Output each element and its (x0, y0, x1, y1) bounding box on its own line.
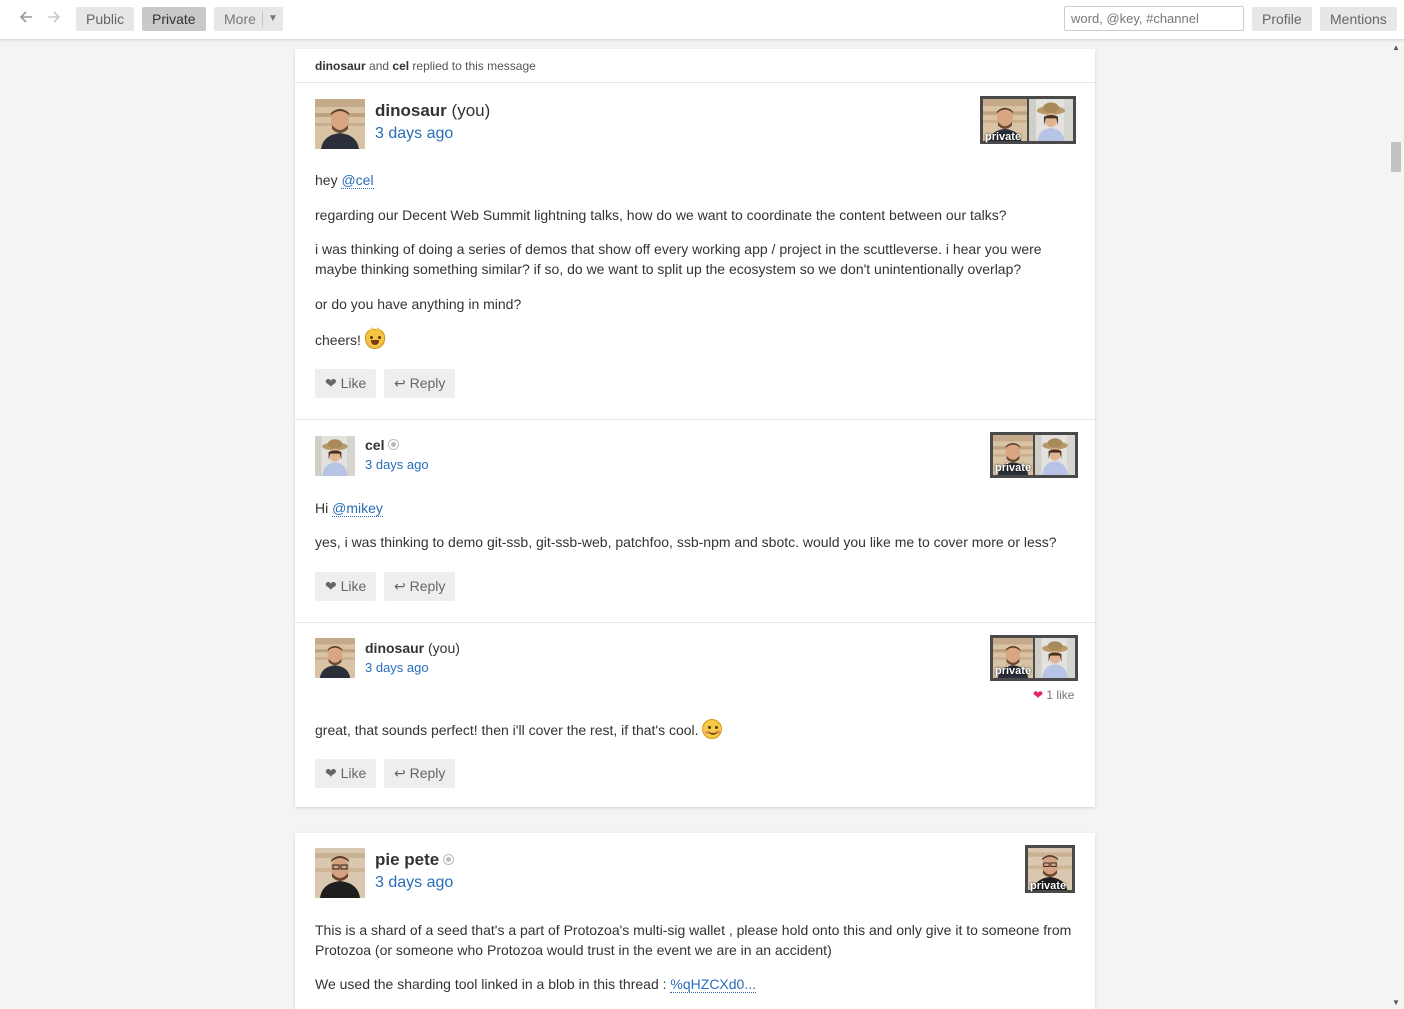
message-card: pie pete 3 days ago private This is a sh… (295, 833, 1095, 1009)
recipient-avatar (1035, 435, 1075, 475)
message-paragraph: or do you have anything in mind? (315, 296, 522, 312)
recipients-badge[interactable]: private (990, 432, 1078, 478)
message-paragraph: cheers! (315, 327, 1075, 350)
like-count[interactable]: ❤ 1 like (1033, 688, 1074, 702)
blob-prefix: We used the sharding tool linked in a bl… (315, 976, 671, 992)
avatar[interactable] (315, 638, 355, 678)
timestamp-link[interactable]: 3 days ago (365, 660, 429, 675)
private-label: private (1030, 880, 1067, 892)
blush-smile-icon (702, 719, 723, 739)
recipients-badge[interactable]: private (990, 635, 1078, 681)
author-label[interactable]: dinosaur (365, 640, 424, 656)
message-reply: cel 3 days ago private Hi @mikey yes, i … (295, 419, 1095, 622)
message-text: great, that sounds perfect! then i'll co… (315, 722, 699, 738)
message-paragraph: i was thinking of doing a series of demo… (315, 241, 1042, 277)
private-label: private (995, 665, 1032, 677)
more-divider (262, 11, 263, 27)
replier-name[interactable]: dinosaur (315, 59, 366, 73)
follow-status-icon (443, 854, 455, 865)
thread-card: dinosaur and cel replied to this message… (295, 49, 1095, 807)
scroll-thumb[interactable] (1391, 142, 1401, 172)
like-count-label: 1 like (1046, 688, 1075, 702)
timestamp-link[interactable]: 3 days ago (365, 457, 429, 472)
signoff: cheers! (315, 332, 361, 348)
replied-and: and (369, 59, 390, 73)
timestamp-link[interactable]: 3 days ago (375, 874, 453, 892)
replied-suffix: replied to this message (412, 59, 536, 73)
mentions-button[interactable]: Mentions (1320, 7, 1397, 31)
heart-icon: ❤ (1033, 688, 1044, 702)
greeting: hey (315, 172, 342, 188)
scroll-up-icon[interactable]: ▲ (1392, 43, 1400, 52)
mention-link[interactable]: @cel (341, 172, 374, 189)
author-label[interactable]: dinosaur (375, 101, 447, 120)
you-label: (you) (451, 101, 491, 120)
author-name[interactable]: pie pete (375, 850, 455, 870)
reply-button[interactable]: ↩ Reply (384, 759, 456, 788)
reply-button[interactable]: ↩ Reply (384, 369, 456, 398)
caret-down-icon[interactable]: ▼ (268, 7, 278, 31)
like-button[interactable]: ❤ Like (315, 572, 377, 601)
smiley-cat-icon (364, 327, 385, 349)
message-paragraph: hey @cel (315, 170, 1075, 190)
avatar[interactable] (315, 436, 355, 476)
mention-link[interactable]: @mikey (332, 500, 383, 517)
reply-button[interactable]: ↩ Reply (384, 572, 456, 601)
message-root: dinosaur (you) 3 days ago private hey @c… (295, 84, 1095, 419)
author-name[interactable]: cel (365, 437, 400, 453)
follow-status-icon (388, 439, 400, 450)
arrow-right-icon[interactable] (44, 9, 64, 29)
message-paragraph: regarding our Decent Web Summit lightnin… (315, 207, 1007, 223)
author-label[interactable]: cel (365, 437, 384, 453)
replied-summary: dinosaur and cel replied to this message (295, 49, 1095, 83)
scrollbar[interactable]: ▲ ▼ (1388, 40, 1404, 1009)
recipient-avatar (1029, 99, 1073, 141)
recipient-avatar (1035, 638, 1075, 678)
tab-public[interactable]: Public (76, 7, 135, 31)
avatar[interactable] (315, 848, 365, 898)
private-label: private (995, 462, 1032, 474)
more-dropdown[interactable]: More ▼ (214, 7, 283, 31)
message-paragraph: yes, i was thinking to demo git-ssb, git… (315, 534, 1057, 550)
message-paragraph: Hi @mikey (315, 498, 1075, 518)
timestamp-link[interactable]: 3 days ago (375, 125, 453, 143)
greeting: Hi (315, 500, 333, 516)
author-name[interactable]: dinosaur (you) (365, 640, 460, 656)
blob-link[interactable]: %qHZCXd0... (670, 976, 757, 993)
recipients-badge[interactable]: private (980, 96, 1076, 144)
recipients-badge[interactable]: private (1025, 845, 1075, 893)
you-label: (you) (428, 640, 460, 656)
like-button[interactable]: ❤ Like (315, 369, 377, 398)
message-paragraph: We used the sharding tool linked in a bl… (315, 974, 1075, 994)
arrow-left-icon[interactable] (16, 9, 36, 29)
profile-button[interactable]: Profile (1252, 7, 1312, 31)
search-input[interactable] (1064, 6, 1244, 31)
tab-private[interactable]: Private (142, 7, 206, 31)
top-nav-bar: Public Private More ▼ Profile Mentions (0, 0, 1404, 40)
scroll-down-icon[interactable]: ▼ (1392, 998, 1400, 1007)
more-label: More (224, 11, 256, 27)
private-label: private (985, 131, 1022, 143)
message-paragraph: great, that sounds perfect! then i'll co… (315, 719, 1075, 740)
message-reply: dinosaur (you) 3 days ago private ❤ 1 li… (295, 622, 1095, 807)
author-label[interactable]: pie pete (375, 850, 439, 869)
replier-name[interactable]: cel (392, 59, 409, 73)
like-button[interactable]: ❤ Like (315, 759, 377, 788)
avatar[interactable] (315, 99, 365, 149)
author-name[interactable]: dinosaur (you) (375, 101, 490, 121)
message-paragraph: This is a shard of a seed that's a part … (315, 922, 1072, 958)
